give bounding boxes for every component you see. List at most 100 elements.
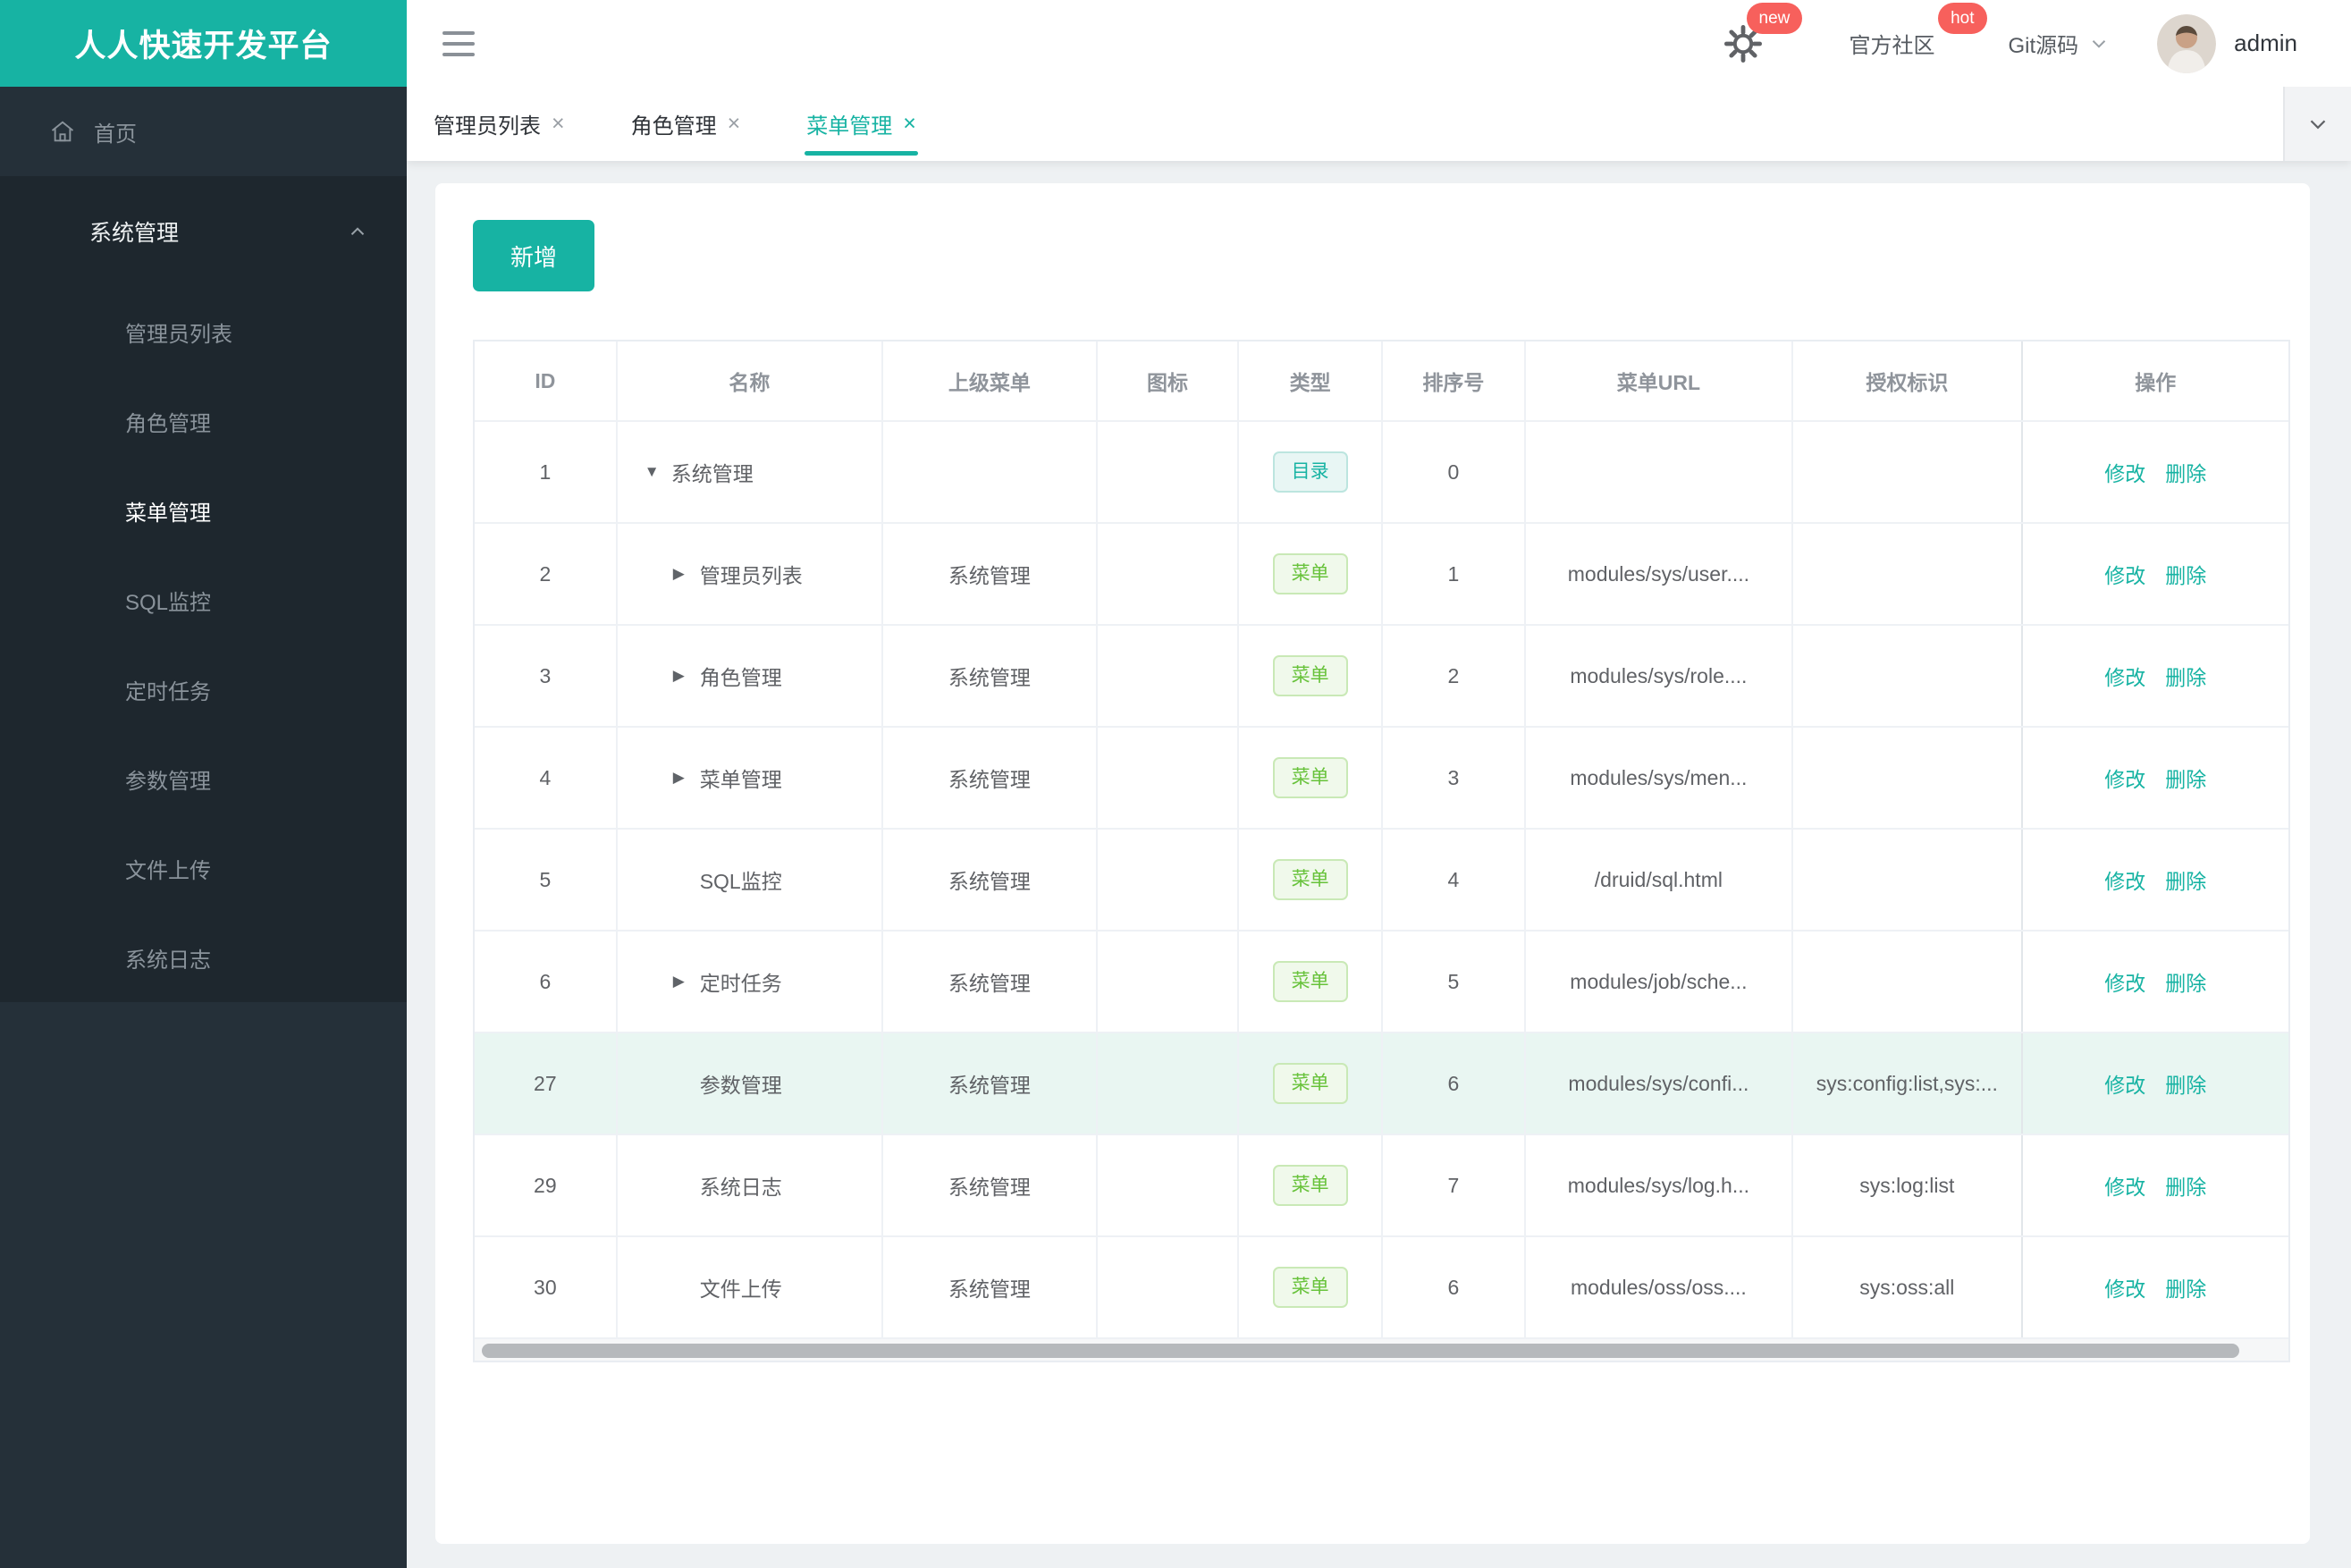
git-source-label: Git源码: [2008, 34, 2079, 58]
cell-parent: 系统管理: [883, 1135, 1098, 1235]
delete-link[interactable]: 删除: [2165, 1272, 2206, 1302]
table-row[interactable]: 3 ▶ 角色管理 系统管理 菜单 2 modules/sys/role.... …: [475, 624, 2288, 726]
cell-actions: 修改 删除: [2020, 524, 2288, 624]
edit-link[interactable]: 修改: [2104, 457, 2145, 487]
sidebar-item-label: 菜单管理: [125, 501, 211, 526]
sidebar-item-scheduled-jobs[interactable]: 定时任务: [0, 645, 407, 734]
table-row[interactable]: 1 ▼ 系统管理 目录 0 修改 删除: [475, 420, 2288, 522]
cell-actions: 修改 删除: [2020, 1237, 2288, 1337]
horizontal-scrollbar: [475, 1337, 2288, 1361]
cell-name: 参数管理: [618, 1033, 884, 1134]
col-header-parent: 上级菜单: [883, 341, 1098, 420]
cell-id: 6: [475, 932, 618, 1032]
expand-arrow-icon[interactable]: ▶: [673, 973, 700, 991]
cell-name: ▼ 系统管理: [618, 422, 884, 522]
git-source-link[interactable]: Git源码: [2009, 28, 2111, 59]
add-button[interactable]: 新增: [473, 220, 594, 291]
edit-link[interactable]: 修改: [2104, 559, 2145, 589]
tab-role-mgmt[interactable]: 角色管理 ×: [631, 87, 741, 161]
col-header-icon: 图标: [1098, 341, 1240, 420]
cell-id: 29: [475, 1135, 618, 1235]
table-row[interactable]: 5 SQL监控 系统管理 菜单 4 /druid/sql.html 修改 删除: [475, 828, 2288, 930]
delete-link[interactable]: 删除: [2165, 1068, 2206, 1099]
delete-link[interactable]: 删除: [2165, 966, 2206, 997]
user-avatar[interactable]: [2157, 13, 2217, 73]
delete-link[interactable]: 删除: [2165, 763, 2206, 793]
edit-link[interactable]: 修改: [2104, 966, 2145, 997]
cell-parent: 系统管理: [883, 626, 1098, 726]
cell-type: 菜单: [1239, 1135, 1383, 1235]
username-label[interactable]: admin: [2234, 30, 2297, 57]
tab-label: 菜单管理: [806, 114, 893, 139]
menu-name: 角色管理: [699, 666, 782, 689]
menu-toggle-icon[interactable]: [442, 30, 475, 56]
tab-close-icon[interactable]: ×: [552, 113, 565, 135]
community-link[interactable]: 官方社区 hot: [1850, 3, 1987, 59]
tab-list-dropdown-button[interactable]: [2283, 87, 2351, 161]
cell-name: SQL监控: [618, 830, 884, 930]
tab-close-icon[interactable]: ×: [903, 113, 916, 135]
table-row[interactable]: 30 文件上传 系统管理 菜单 6 modules/oss/oss.... sy…: [475, 1235, 2288, 1337]
cell-url: modules/sys/user....: [1526, 524, 1794, 624]
content-card: 新增 ID 名称 上级菜单 图标 类型 排序号 菜单URL 授权标识 操作 1 …: [435, 183, 2310, 1544]
edit-link[interactable]: 修改: [2104, 661, 2145, 691]
cell-name: 文件上传: [618, 1237, 884, 1337]
sidebar-group-title[interactable]: 系统管理: [0, 176, 407, 287]
new-badge: new: [1746, 2, 1803, 34]
tab-admin-list[interactable]: 管理员列表 ×: [434, 87, 565, 161]
tab-close-icon[interactable]: ×: [728, 113, 741, 135]
edit-link[interactable]: 修改: [2104, 864, 2145, 895]
cell-id: 4: [475, 728, 618, 828]
settings-button[interactable]: new: [1722, 2, 1803, 65]
cell-perms: [1793, 830, 2021, 930]
table-row-highlighted[interactable]: 27 参数管理 系统管理 菜单 6 modules/sys/confi... s…: [475, 1032, 2288, 1134]
delete-link[interactable]: 删除: [2165, 559, 2206, 589]
edit-link[interactable]: 修改: [2104, 1068, 2145, 1099]
delete-link[interactable]: 删除: [2165, 661, 2206, 691]
table-row[interactable]: 4 ▶ 菜单管理 系统管理 菜单 3 modules/sys/men... 修改…: [475, 726, 2288, 828]
tab-menu-mgmt[interactable]: 菜单管理 ×: [805, 87, 918, 161]
top-bar: new 官方社区 hot Git源码 admin: [407, 0, 2351, 87]
sidebar: 人人快速开发平台 首页 系统管理 管理员列表 角色管理 菜单管理 SQL监控 定…: [0, 0, 407, 1568]
home-icon: [49, 118, 76, 145]
expand-arrow-icon[interactable]: ▶: [673, 769, 700, 787]
delete-link[interactable]: 删除: [2165, 1170, 2206, 1201]
scrollbar-thumb[interactable]: [482, 1344, 2239, 1358]
sidebar-item-menu-mgmt[interactable]: 菜单管理: [0, 466, 407, 555]
cell-perms: sys:config:list,sys:...: [1816, 1071, 1998, 1095]
cell-order: 1: [1383, 524, 1526, 624]
sidebar-item-home[interactable]: 首页: [0, 87, 407, 176]
type-tag: 菜单: [1272, 655, 1348, 696]
edit-link[interactable]: 修改: [2104, 763, 2145, 793]
table-row[interactable]: 29 系统日志 系统管理 菜单 7 modules/sys/log.h... s…: [475, 1134, 2288, 1235]
cell-perms: [1793, 728, 2021, 828]
sidebar-group-label: 系统管理: [89, 221, 180, 246]
edit-link[interactable]: 修改: [2104, 1272, 2145, 1302]
col-header-order: 排序号: [1383, 341, 1526, 420]
table-row[interactable]: 6 ▶ 定时任务 系统管理 菜单 5 modules/job/sche... 修…: [475, 930, 2288, 1032]
cell-icon: [1098, 932, 1240, 1032]
cell-icon: [1098, 728, 1240, 828]
cell-order: 4: [1383, 830, 1526, 930]
cell-perms: [1793, 422, 2021, 522]
edit-link[interactable]: 修改: [2104, 1170, 2145, 1201]
sidebar-item-param-mgmt[interactable]: 参数管理: [0, 734, 407, 823]
sidebar-item-sql-monitor[interactable]: SQL监控: [0, 555, 407, 645]
cell-perms: sys:oss:all: [1859, 1275, 1955, 1299]
sidebar-item-admin-list[interactable]: 管理员列表: [0, 287, 407, 376]
sidebar-item-file-upload[interactable]: 文件上传: [0, 823, 407, 913]
sidebar-item-system-log[interactable]: 系统日志: [0, 913, 407, 1002]
table-row[interactable]: 2 ▶ 管理员列表 系统管理 菜单 1 modules/sys/user....…: [475, 522, 2288, 624]
cell-perms: [1793, 524, 2021, 624]
delete-link[interactable]: 删除: [2165, 457, 2206, 487]
expand-arrow-icon[interactable]: ▼: [645, 463, 671, 481]
cell-order: 2: [1383, 626, 1526, 726]
cell-url: modules/oss/oss....: [1526, 1237, 1794, 1337]
expand-arrow-icon[interactable]: ▶: [673, 565, 700, 583]
menu-name: 菜单管理: [699, 768, 782, 791]
sidebar-item-role-mgmt[interactable]: 角色管理: [0, 376, 407, 466]
cell-id: 3: [475, 626, 618, 726]
expand-arrow-icon[interactable]: ▶: [673, 667, 700, 685]
cell-url: modules/sys/confi...: [1526, 1033, 1794, 1134]
delete-link[interactable]: 删除: [2165, 864, 2206, 895]
